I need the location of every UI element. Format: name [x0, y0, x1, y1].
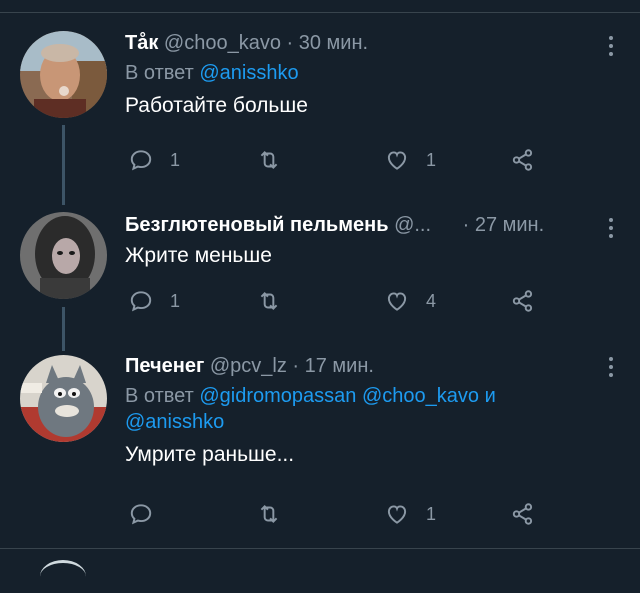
- reply-button[interactable]: [128, 501, 170, 527]
- mention-link[interactable]: @anisshko: [125, 411, 224, 433]
- share-button[interactable]: [510, 288, 536, 314]
- reply-prefix: В ответ: [125, 385, 194, 407]
- heart-icon: [387, 505, 407, 524]
- retweet-icon: [260, 151, 278, 169]
- action-bar: 1 4: [128, 288, 548, 318]
- avatar[interactable]: [20, 355, 107, 442]
- share-button[interactable]: [510, 147, 536, 173]
- like-count: 1: [426, 149, 437, 170]
- reply-icon: [130, 291, 152, 312]
- heart-icon: [387, 292, 407, 311]
- next-tweet-avatar[interactable]: [40, 560, 86, 593]
- action-bar: 1: [128, 501, 548, 531]
- reply-context: В ответ @anisshko: [125, 60, 612, 86]
- heart-icon: [387, 151, 407, 170]
- like-count: 4: [426, 290, 437, 311]
- mention-link[interactable]: @choo_kavo: [362, 385, 479, 407]
- author-name[interactable]: Тåк: [125, 32, 158, 54]
- tweet-header: Безглютеновый пельмень @... · 27 мин.: [125, 212, 612, 238]
- tweet-text: Работайте больше: [125, 94, 308, 117]
- reply-count: 1: [170, 290, 181, 311]
- timestamp[interactable]: · 17 мин.: [292, 355, 374, 377]
- retweet-icon: [260, 292, 278, 310]
- share-icon: [512, 290, 533, 312]
- avatar[interactable]: [20, 31, 107, 118]
- retweet-button[interactable]: [256, 147, 298, 173]
- author-handle[interactable]: @...: [394, 214, 431, 236]
- like-button[interactable]: 1: [384, 501, 436, 527]
- retweet-icon: [260, 505, 278, 523]
- timestamp[interactable]: · 27 мин.: [463, 214, 545, 236]
- share-button[interactable]: [510, 501, 536, 527]
- like-button[interactable]: 1: [384, 147, 436, 173]
- mention-link[interactable]: @anisshko: [199, 62, 298, 84]
- retweet-button[interactable]: [256, 288, 298, 314]
- tweet-text: Жрите меньше: [125, 244, 272, 267]
- reply-button[interactable]: 1: [128, 147, 180, 173]
- reply-context: В ответ @gidromopassan @choo_kavo и @ani…: [125, 383, 612, 435]
- timestamp[interactable]: · 30 мин.: [287, 32, 369, 54]
- reply-icon: [130, 150, 152, 171]
- more-icon[interactable]: [606, 355, 616, 379]
- tweet-text: Умрите раньше...: [125, 443, 295, 466]
- reply-button[interactable]: 1: [128, 288, 180, 314]
- like-count: 1: [426, 503, 437, 524]
- share-icon: [512, 149, 533, 171]
- like-button[interactable]: 4: [384, 288, 436, 314]
- author-name[interactable]: Безглютеновый пельмень: [125, 214, 389, 236]
- tweet[interactable]: Печенег @pcv_lz · 17 мин. В ответ @gidro…: [0, 345, 640, 545]
- author-name[interactable]: Печенег: [125, 355, 204, 377]
- reply-count: 1: [170, 149, 181, 170]
- tweet-header: Тåк @choo_kavo · 30 мин.: [125, 30, 612, 56]
- retweet-button[interactable]: [256, 501, 298, 527]
- bottom-divider: [0, 548, 640, 549]
- author-handle[interactable]: @choo_kavo: [164, 32, 281, 54]
- more-icon[interactable]: [606, 216, 616, 240]
- more-icon[interactable]: [606, 34, 616, 58]
- avatar[interactable]: [20, 212, 107, 299]
- tweet[interactable]: Тåк @choo_kavo · 30 мин. В ответ @anissh…: [0, 0, 640, 200]
- mention-link[interactable]: @gidromopassan: [199, 385, 356, 407]
- author-handle[interactable]: @pcv_lz: [210, 355, 287, 377]
- mention-conjunction[interactable]: и: [485, 385, 496, 407]
- reply-icon: [130, 504, 152, 525]
- reply-prefix: В ответ: [125, 62, 194, 84]
- tweet[interactable]: Безглютеновый пельмень @... · 27 мин. Жр…: [0, 200, 640, 345]
- action-bar: 1 1: [128, 147, 548, 177]
- share-icon: [512, 503, 533, 525]
- tweet-header: Печенег @pcv_lz · 17 мин.: [125, 353, 612, 379]
